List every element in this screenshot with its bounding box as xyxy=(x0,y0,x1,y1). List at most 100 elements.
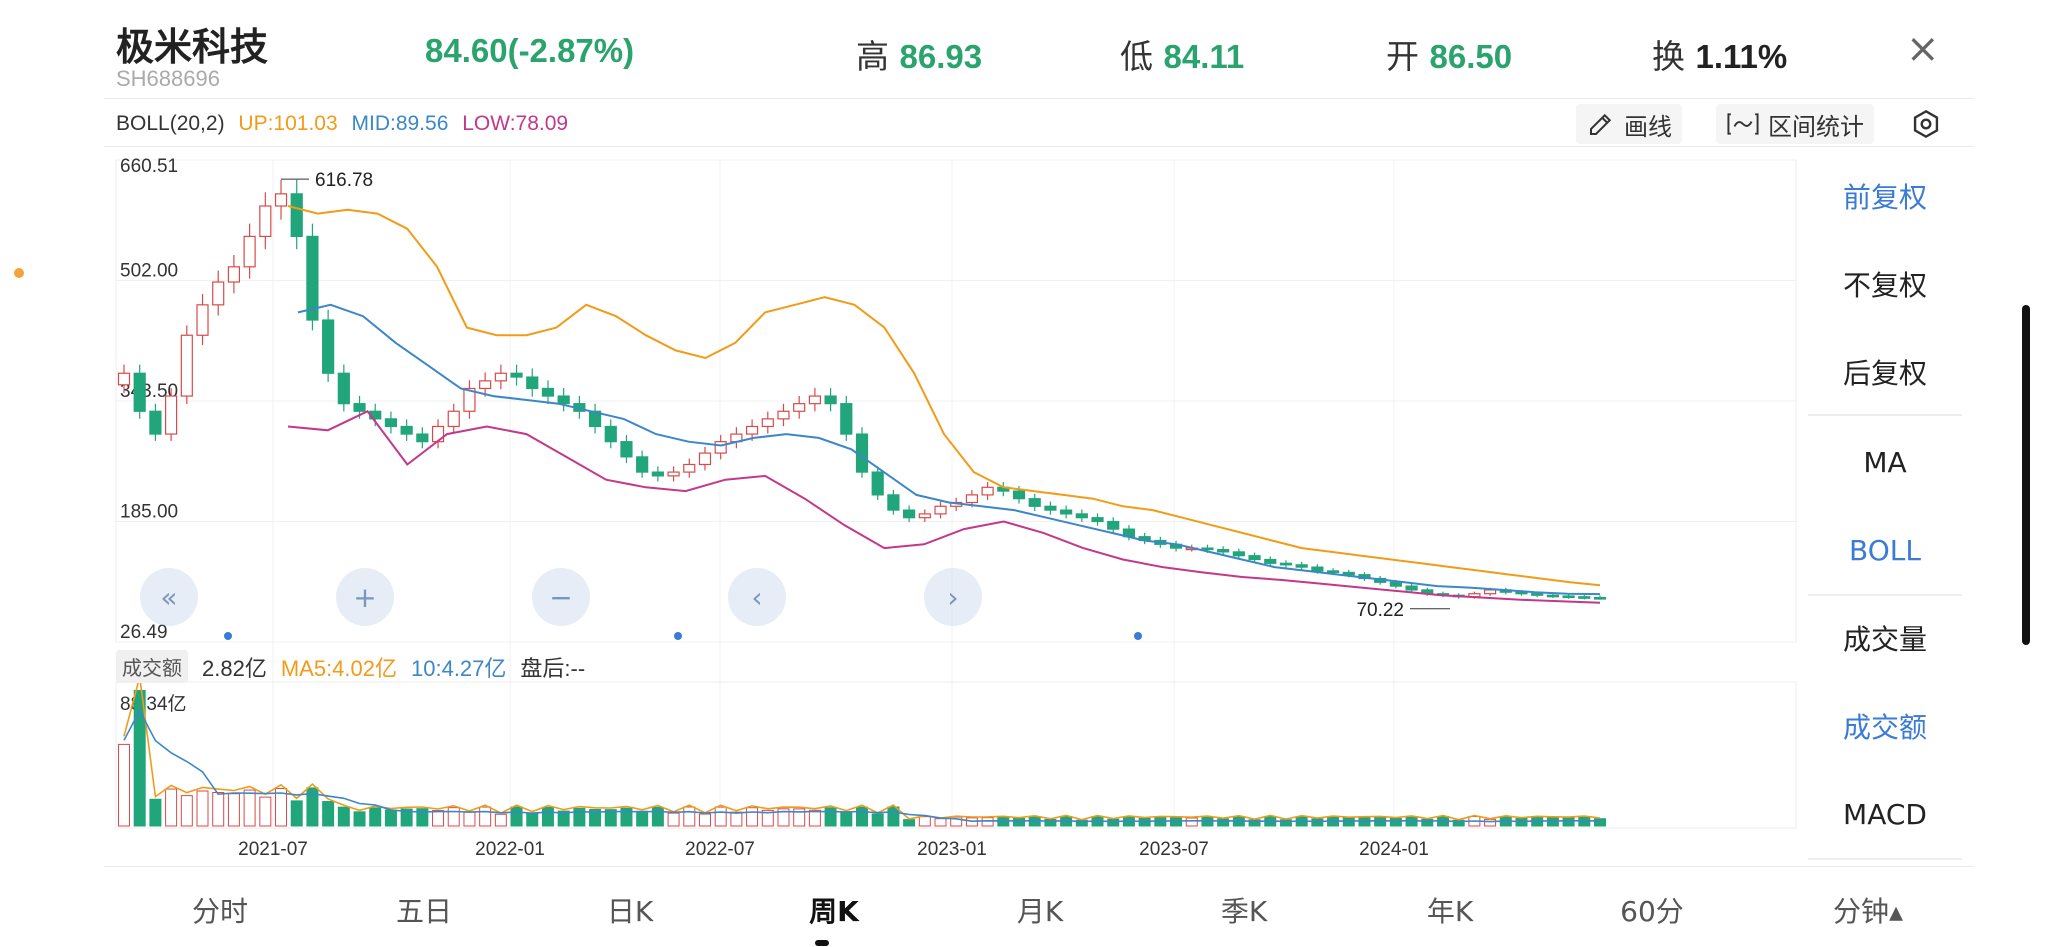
y-tick-label: 26.49 xyxy=(120,622,168,643)
candle-body xyxy=(1389,581,1402,587)
candle-body xyxy=(1483,589,1497,595)
candle-body xyxy=(212,281,225,306)
tab-item[interactable]: 分时 xyxy=(160,890,280,930)
volume-bars: 88.34亿 xyxy=(118,676,1606,827)
volume-bar xyxy=(698,813,711,827)
scroll-first-button[interactable]: « xyxy=(140,568,198,626)
volume-bar xyxy=(1217,818,1230,827)
side-menu-item[interactable]: MA xyxy=(1808,418,1962,506)
candle-body xyxy=(1578,596,1591,599)
scrollbar[interactable] xyxy=(2022,305,2030,645)
volume-legend: 成交额 2.82亿 MA5:4.02亿 10:4.27亿 盘后:-- xyxy=(116,650,585,683)
candle-body xyxy=(337,372,350,405)
side-menu-item[interactable]: 前复权 xyxy=(1808,152,1962,240)
candle-body xyxy=(636,456,649,473)
candle-body xyxy=(1044,505,1057,511)
candle-body xyxy=(557,395,570,405)
side-menu-item[interactable]: 后复权 xyxy=(1808,328,1962,416)
candle-body xyxy=(1075,513,1088,519)
volume-bar xyxy=(934,818,947,827)
volume-bar xyxy=(353,811,366,827)
active-tab-indicator xyxy=(815,940,829,946)
candle-body xyxy=(1012,490,1026,500)
volume-tag[interactable]: 成交额 xyxy=(116,650,188,683)
volume-bar xyxy=(290,800,303,827)
volume-bar xyxy=(479,806,492,827)
candle-body xyxy=(322,319,335,374)
tab-item[interactable]: 分钟▴ xyxy=(1808,890,1928,930)
candle-body xyxy=(934,505,947,515)
side-menu-item[interactable]: 成交量 xyxy=(1808,594,1962,682)
candle-body xyxy=(620,441,633,458)
side-menu-item[interactable]: 不复权 xyxy=(1808,240,1962,328)
tab-item[interactable]: 季K xyxy=(1184,890,1304,930)
candle-body xyxy=(918,513,931,519)
candles xyxy=(117,179,1607,600)
tabs-divider xyxy=(104,866,1974,867)
candle-body xyxy=(1326,570,1340,574)
side-menu-item[interactable]: BOLL xyxy=(1808,506,1962,594)
volume-bar xyxy=(510,806,523,827)
max-annotation-label: 616.78 xyxy=(315,170,373,191)
x-tick-label: 2021-07 xyxy=(238,839,308,860)
volume-bar xyxy=(322,800,335,827)
candle-body xyxy=(243,235,256,268)
volume-bar xyxy=(636,810,649,827)
candle-body xyxy=(745,425,759,435)
volume-bar xyxy=(651,806,664,827)
side-menu-divider xyxy=(1808,594,1962,596)
settings-button[interactable] xyxy=(1906,104,1946,144)
candle-body xyxy=(965,494,979,504)
candle-body xyxy=(714,441,727,454)
candle-body xyxy=(259,205,272,238)
volume-bar xyxy=(667,812,680,827)
tab-item[interactable]: 年K xyxy=(1390,890,1510,930)
volume-bar xyxy=(840,811,853,827)
tab-item[interactable]: 60分 xyxy=(1592,890,1712,930)
volume-value: 2.82亿 xyxy=(202,655,267,681)
candle-body xyxy=(526,376,539,390)
volume-bar xyxy=(1311,818,1324,827)
tab-item[interactable]: 日K xyxy=(570,890,690,930)
scroll-prev-button[interactable]: ‹ xyxy=(728,568,786,626)
candle-body xyxy=(541,387,555,397)
volume-bar xyxy=(118,743,130,827)
zoom-out-button[interactable]: − xyxy=(532,568,590,626)
candle-body xyxy=(227,266,241,283)
candle-body xyxy=(651,471,664,477)
candle-body xyxy=(479,380,492,390)
volume-bar xyxy=(1013,817,1026,827)
tab-item[interactable]: 五日 xyxy=(364,890,484,930)
volume-bar xyxy=(903,819,916,827)
candle-body xyxy=(903,509,916,519)
candle-body xyxy=(400,425,413,435)
scroll-next-button[interactable]: › xyxy=(924,568,982,626)
x-axis-ticks: 2021-07 2022-01 2022-07 2023-01 2023-07 2024-… xyxy=(238,839,1429,860)
volume-bar xyxy=(1185,817,1198,827)
candle-body xyxy=(416,433,429,443)
candle-body xyxy=(133,372,146,412)
candle-body xyxy=(1232,551,1245,557)
volume-bar xyxy=(808,809,821,827)
close-icon[interactable]: × xyxy=(1906,26,1940,72)
boll-mid-line xyxy=(297,303,1601,596)
candle-body xyxy=(604,425,617,443)
zoom-in-button[interactable]: + xyxy=(336,568,394,626)
candle-body xyxy=(1217,549,1230,553)
side-menu-item[interactable]: 成交额 xyxy=(1808,682,1962,770)
gear-icon xyxy=(1913,109,1939,139)
side-menu-item[interactable]: MACD xyxy=(1808,770,1962,858)
volume-pane-frame xyxy=(115,681,1797,829)
volume-bar xyxy=(447,807,460,827)
candle-body xyxy=(824,395,837,405)
candle-body xyxy=(180,334,193,397)
candle-body xyxy=(1546,594,1559,598)
volume-bar xyxy=(337,806,350,827)
volume-bar xyxy=(494,813,507,827)
tab-item[interactable]: 月K xyxy=(980,890,1100,930)
tab-item[interactable]: 周K xyxy=(774,890,894,930)
volume-bar xyxy=(165,788,178,827)
volume-bar xyxy=(746,807,759,827)
kline-chart[interactable]: 660.51502.00343.50185.0026.49 616.7870.2… xyxy=(0,0,1808,880)
x-tick-label: 2022-07 xyxy=(685,839,755,860)
